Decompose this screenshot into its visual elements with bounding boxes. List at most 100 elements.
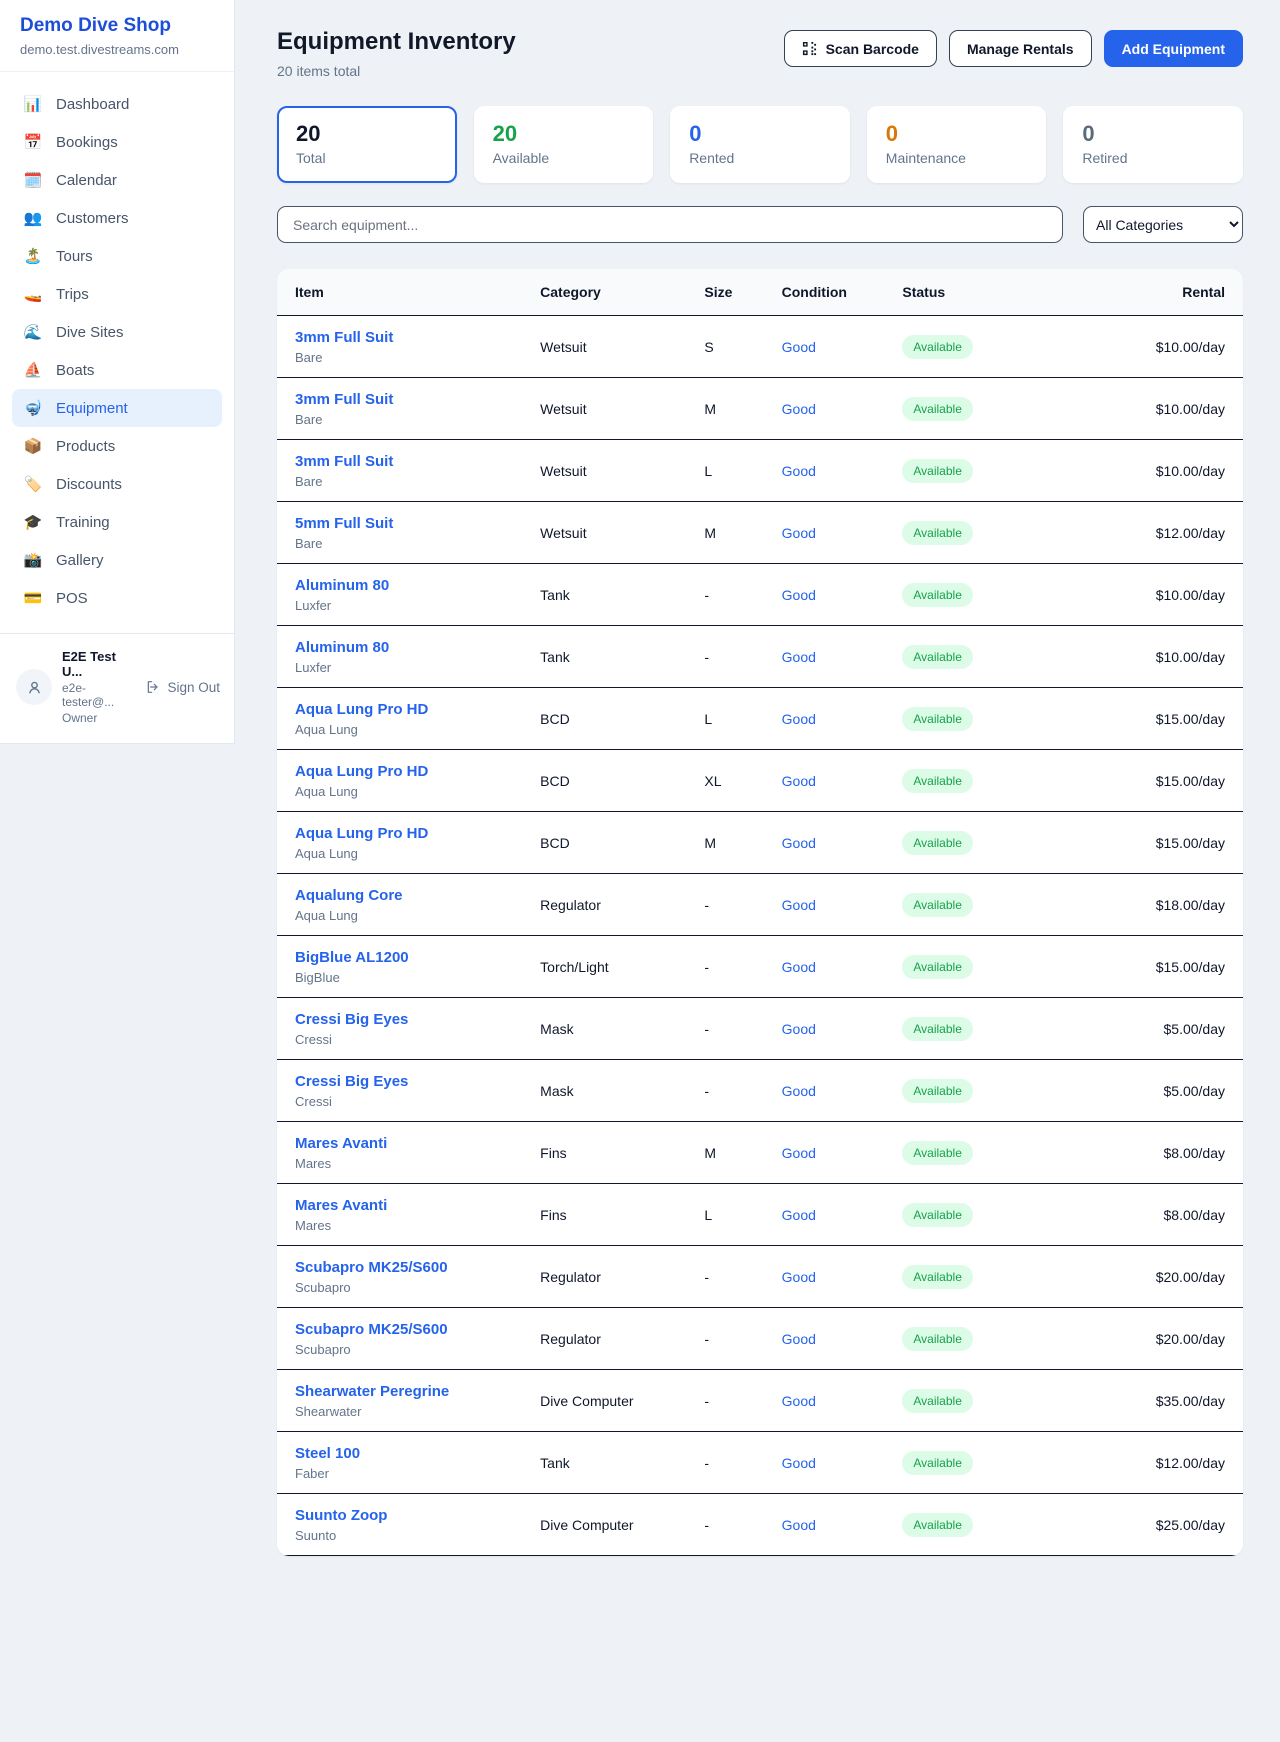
table-row: 3mm Full Suit Bare Wetsuit L Good Availa… <box>277 440 1243 502</box>
table-header-row: ItemCategorySizeConditionStatusRental <box>277 269 1243 316</box>
item-name-link[interactable]: Suunto Zoop <box>295 1507 516 1524</box>
sidebar-item-bookings[interactable]: 📅 Bookings <box>12 123 222 161</box>
brand-block: Demo Dive Shop demo.test.divestreams.com <box>0 0 234 72</box>
item-rental-rate: $15.00/day <box>1069 750 1243 812</box>
item-name-link[interactable]: 3mm Full Suit <box>295 453 516 470</box>
item-condition-link[interactable]: Good <box>782 1021 816 1037</box>
stat-value: 0 <box>689 121 831 147</box>
sidebar-item-label: POS <box>56 590 88 607</box>
status-badge: Available <box>902 831 972 855</box>
item-name-link[interactable]: Scubapro MK25/S600 <box>295 1259 516 1276</box>
item-name-link[interactable]: Cressi Big Eyes <box>295 1073 516 1090</box>
item-name-link[interactable]: Mares Avanti <box>295 1197 516 1214</box>
item-name-link[interactable]: Aqualung Core <box>295 887 516 904</box>
table-row: Aluminum 80 Luxfer Tank - Good Available… <box>277 564 1243 626</box>
item-name-link[interactable]: 5mm Full Suit <box>295 515 516 532</box>
sidebar-item-gallery[interactable]: 📸 Gallery <box>12 541 222 579</box>
item-name-link[interactable]: Mares Avanti <box>295 1135 516 1152</box>
stat-card-retired[interactable]: 0 Retired <box>1063 106 1243 183</box>
item-condition-link[interactable]: Good <box>782 339 816 355</box>
item-condition-link[interactable]: Good <box>782 897 816 913</box>
item-size: XL <box>692 750 769 812</box>
stat-card-rented[interactable]: 0 Rented <box>670 106 850 183</box>
item-name-link[interactable]: Aluminum 80 <box>295 639 516 656</box>
item-condition-link[interactable]: Good <box>782 525 816 541</box>
sidebar-item-calendar[interactable]: 🗓️ Calendar <box>12 161 222 199</box>
sidebar-item-discounts[interactable]: 🏷️ Discounts <box>12 465 222 503</box>
sidebar-item-equipment[interactable]: 🤿 Equipment <box>12 389 222 427</box>
stat-value: 0 <box>1082 121 1224 147</box>
item-name-link[interactable]: 3mm Full Suit <box>295 391 516 408</box>
stat-card-available[interactable]: 20 Available <box>474 106 654 183</box>
item-brand: Aqua Lung <box>295 908 516 923</box>
item-category: Regulator <box>528 1308 692 1370</box>
manage-rentals-button[interactable]: Manage Rentals <box>949 30 1092 67</box>
stat-card-total[interactable]: 20 Total <box>277 106 457 183</box>
category-select[interactable]: All Categories <box>1083 206 1243 243</box>
item-condition-link[interactable]: Good <box>782 463 816 479</box>
item-name-link[interactable]: BigBlue AL1200 <box>295 949 516 966</box>
item-category: BCD <box>528 750 692 812</box>
sidebar-item-training[interactable]: 🎓 Training <box>12 503 222 541</box>
item-condition-link[interactable]: Good <box>782 773 816 789</box>
sidebar-item-customers[interactable]: 👥 Customers <box>12 199 222 237</box>
item-name-link[interactable]: Aqua Lung Pro HD <box>295 763 516 780</box>
scan-barcode-button[interactable]: Scan Barcode <box>784 30 937 67</box>
item-condition-link[interactable]: Good <box>782 587 816 603</box>
item-category: Tank <box>528 564 692 626</box>
item-condition-link[interactable]: Good <box>782 649 816 665</box>
search-input[interactable] <box>277 206 1063 243</box>
item-brand: Mares <box>295 1156 516 1171</box>
item-name-link[interactable]: Aqua Lung Pro HD <box>295 701 516 718</box>
add-equipment-button[interactable]: Add Equipment <box>1104 30 1243 67</box>
item-name-link[interactable]: Steel 100 <box>295 1445 516 1462</box>
stat-label: Retired <box>1082 150 1224 166</box>
item-condition-link[interactable]: Good <box>782 1331 816 1347</box>
sidebar-item-boats[interactable]: ⛵ Boats <box>12 351 222 389</box>
item-condition-link[interactable]: Good <box>782 959 816 975</box>
item-brand: Bare <box>295 536 516 551</box>
status-badge: Available <box>902 1513 972 1537</box>
calendar-icon: 🗓️ <box>23 171 43 189</box>
item-condition-link[interactable]: Good <box>782 1269 816 1285</box>
sidebar-item-label: Products <box>56 438 115 455</box>
column-header-category: Category <box>528 269 692 316</box>
item-brand: Bare <box>295 412 516 427</box>
item-brand: Shearwater <box>295 1404 516 1419</box>
item-name-link[interactable]: Cressi Big Eyes <box>295 1011 516 1028</box>
sidebar-item-dashboard[interactable]: 📊 Dashboard <box>12 85 222 123</box>
item-rental-rate: $8.00/day <box>1069 1122 1243 1184</box>
item-name-link[interactable]: Aluminum 80 <box>295 577 516 594</box>
stat-card-maintenance[interactable]: 0 Maintenance <box>867 106 1047 183</box>
sidebar-item-products[interactable]: 📦 Products <box>12 427 222 465</box>
item-condition-link[interactable]: Good <box>782 835 816 851</box>
item-category: Wetsuit <box>528 378 692 440</box>
item-name-link[interactable]: 3mm Full Suit <box>295 329 516 346</box>
item-size: L <box>692 1184 769 1246</box>
item-condition-link[interactable]: Good <box>782 1145 816 1161</box>
item-size: - <box>692 1246 769 1308</box>
status-badge: Available <box>902 707 972 731</box>
item-condition-link[interactable]: Good <box>782 1455 816 1471</box>
item-condition-link[interactable]: Good <box>782 711 816 727</box>
sidebar-item-label: Boats <box>56 362 94 379</box>
sidebar-item-pos[interactable]: 💳 POS <box>12 579 222 617</box>
table-row: Mares Avanti Mares Fins L Good Available… <box>277 1184 1243 1246</box>
item-size: L <box>692 440 769 502</box>
item-condition-link[interactable]: Good <box>782 1517 816 1533</box>
item-name-link[interactable]: Aqua Lung Pro HD <box>295 825 516 842</box>
item-brand: Scubapro <box>295 1342 516 1357</box>
item-condition-link[interactable]: Good <box>782 1207 816 1223</box>
sidebar-item-trips[interactable]: 🚤 Trips <box>12 275 222 313</box>
item-condition-link[interactable]: Good <box>782 401 816 417</box>
sign-out-button[interactable]: Sign Out <box>145 679 220 695</box>
sidebar-item-tours[interactable]: 🏝️ Tours <box>12 237 222 275</box>
table-row: Aqua Lung Pro HD Aqua Lung BCD L Good Av… <box>277 688 1243 750</box>
item-rental-rate: $35.00/day <box>1069 1370 1243 1432</box>
stat-value: 20 <box>493 121 635 147</box>
sidebar-item-dive-sites[interactable]: 🌊 Dive Sites <box>12 313 222 351</box>
item-name-link[interactable]: Shearwater Peregrine <box>295 1383 516 1400</box>
item-condition-link[interactable]: Good <box>782 1083 816 1099</box>
item-name-link[interactable]: Scubapro MK25/S600 <box>295 1321 516 1338</box>
item-condition-link[interactable]: Good <box>782 1393 816 1409</box>
